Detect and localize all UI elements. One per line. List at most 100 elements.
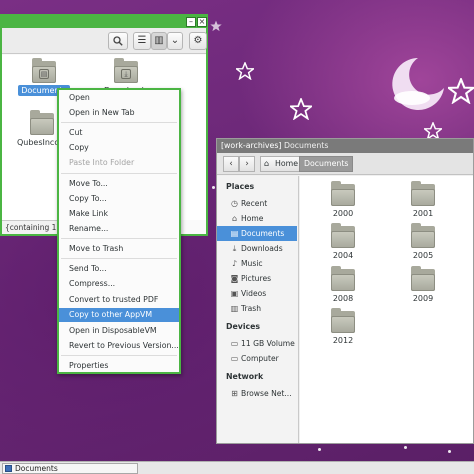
sidebar-item-label: Trash: [241, 304, 262, 313]
sidebar-heading-devices: Devices: [226, 322, 261, 331]
menu-item-properties[interactable]: Properties: [59, 359, 179, 373]
menu-item-send-to[interactable]: Send To...: [59, 262, 179, 276]
folder-icon: [411, 266, 435, 291]
folder-icon: [411, 181, 435, 206]
sidebar-item-downloads[interactable]: ⤓ Downloads: [217, 241, 297, 256]
menu-item-open-new-tab[interactable]: Open in New Tab: [59, 106, 179, 120]
sidebar-item-pictures[interactable]: ◙ Pictures: [217, 271, 297, 286]
chevron-left-icon: ‹: [229, 159, 233, 169]
places-sidebar: Places ◷ Recent ⌂ Home ▤ Documents ⤓ Downloa…: [217, 176, 299, 443]
document-emblem-icon: ▤: [39, 69, 49, 79]
breadcrumb-label: Documents: [304, 159, 349, 168]
sidebar-item-computer[interactable]: ▭ Computer: [217, 351, 297, 366]
menu-item-cut[interactable]: Cut: [59, 126, 179, 140]
minimize-button[interactable]: –: [186, 17, 196, 27]
view-options-button[interactable]: ⌄: [167, 32, 183, 50]
sidebar-item-music[interactable]: ♪ Music: [217, 256, 297, 271]
folder-item-2008[interactable]: 2008: [323, 266, 363, 303]
file-manager-window-right: [work-archives] Documents ‹ › ⌂ Home Doc…: [216, 138, 474, 444]
context-menu: Open Open in New Tab Cut Copy Paste Into…: [57, 88, 181, 374]
star-decoration: [290, 98, 312, 120]
folder-icon: [331, 266, 355, 291]
window-titlebar[interactable]: [work-archives] Documents: [217, 139, 473, 153]
menu-item-convert-trusted-pdf[interactable]: Convert to trusted PDF: [59, 293, 179, 307]
sidebar-item-label: Home: [241, 214, 264, 223]
film-icon: ▣: [230, 289, 239, 298]
sidebar-item-label: Browse Net...: [241, 389, 292, 398]
folder-item-2004[interactable]: 2004: [323, 223, 363, 260]
menu-item-copy-to[interactable]: Copy To...: [59, 192, 179, 206]
folder-item-2009[interactable]: 2009: [403, 266, 443, 303]
menu-separator: [61, 355, 177, 356]
back-button[interactable]: ‹: [223, 156, 239, 172]
sidebar-item-browse-network[interactable]: ⊞ Browse Net...: [217, 386, 297, 401]
chevron-right-icon: ›: [245, 159, 249, 169]
folder-label: 2005: [412, 251, 434, 260]
menu-item-copy-to-other-appvm[interactable]: Copy to other AppVM: [59, 308, 179, 322]
folder-icon: [30, 110, 54, 135]
folder-icon: ▤: [32, 58, 56, 83]
network-icon: ⊞: [231, 389, 238, 398]
menu-item-paste-into-folder: Paste Into Folder: [69, 158, 135, 167]
close-button[interactable]: ×: [197, 17, 207, 27]
breadcrumb-documents[interactable]: Documents: [299, 156, 354, 172]
sidebar-item-documents[interactable]: ▤ Documents: [217, 226, 297, 241]
list-menu-icon: ☰: [137, 35, 147, 46]
breadcrumb-label: Home: [275, 159, 299, 168]
window-titlebar[interactable]: – ×: [2, 16, 207, 28]
menu-item-rename[interactable]: Rename...: [59, 222, 179, 236]
menu-item-move-to[interactable]: Move To...: [59, 177, 179, 191]
sidebar-heading-network: Network: [226, 372, 264, 381]
moon-decoration: [392, 58, 444, 110]
folder-icon: [331, 223, 355, 248]
menu-item-copy[interactable]: Copy: [59, 141, 179, 155]
sidebar-item-trash[interactable]: ▥ Trash: [217, 301, 297, 316]
folder-icon: [411, 223, 435, 248]
menu-button[interactable]: ☰: [133, 32, 151, 50]
folder-label: 2004: [332, 251, 354, 260]
download-emblem-icon: ⤓: [121, 69, 131, 79]
breadcrumb-home[interactable]: ⌂ Home: [260, 156, 304, 172]
file-view[interactable]: 2000 2001 2004 2005 2008 2009 2012: [300, 176, 473, 443]
search-button[interactable]: [108, 32, 128, 50]
home-icon: ⌂: [231, 214, 238, 223]
view-toggle-button[interactable]: ▥: [151, 32, 167, 50]
gear-icon: ⚙: [193, 35, 203, 46]
settings-button[interactable]: ⚙: [189, 32, 207, 50]
chevron-down-icon: ⌄: [170, 35, 180, 46]
trash-icon: ▥: [230, 304, 239, 313]
window-title-text: Documents: [283, 141, 329, 150]
folder-icon: ⤓: [114, 58, 138, 83]
sidebar-item-label: Computer: [241, 354, 279, 363]
menu-separator: [61, 173, 177, 174]
folder-item-2000[interactable]: 2000: [323, 181, 363, 218]
menu-item-make-link[interactable]: Make Link: [59, 207, 179, 221]
window-title: [work-archives] Documents: [221, 139, 328, 153]
taskbar-window-button[interactable]: Documents: [2, 463, 138, 474]
folder-item-2005[interactable]: 2005: [403, 223, 443, 260]
folder-label: 2009: [412, 294, 434, 303]
sparkle-decoration: [404, 446, 407, 449]
menu-item-revert-previous-version[interactable]: Revert to Previous Version...: [59, 339, 179, 353]
folder-label: 2001: [412, 209, 434, 218]
forward-button[interactable]: ›: [239, 156, 255, 172]
sidebar-item-volume[interactable]: ▭ 11 GB Volume: [217, 336, 297, 351]
drive-icon: ▭: [230, 339, 239, 348]
sidebar-item-label: Music: [241, 259, 263, 268]
camera-icon: ◙: [230, 274, 239, 283]
menu-item-open[interactable]: Open: [59, 91, 179, 105]
sidebar-item-label: Downloads: [241, 244, 283, 253]
sidebar-item-home[interactable]: ⌂ Home: [217, 211, 297, 226]
menu-item-compress[interactable]: Compress...: [59, 277, 179, 291]
folder-item-2012[interactable]: 2012: [323, 308, 363, 345]
menu-item-move-to-trash[interactable]: Move to Trash: [59, 242, 179, 256]
folder-label: 2012: [332, 336, 354, 345]
star-decoration: [448, 78, 474, 104]
folder-item-2001[interactable]: 2001: [403, 181, 443, 218]
grid-view-icon: ▥: [154, 35, 164, 46]
sparkle-decoration: [448, 450, 451, 453]
sidebar-item-videos[interactable]: ▣ Videos: [217, 286, 297, 301]
menu-item-open-in-disposablevm[interactable]: Open in DisposableVM: [59, 324, 179, 338]
sidebar-item-label: Documents: [241, 229, 285, 238]
sidebar-item-recent[interactable]: ◷ Recent: [217, 196, 297, 211]
